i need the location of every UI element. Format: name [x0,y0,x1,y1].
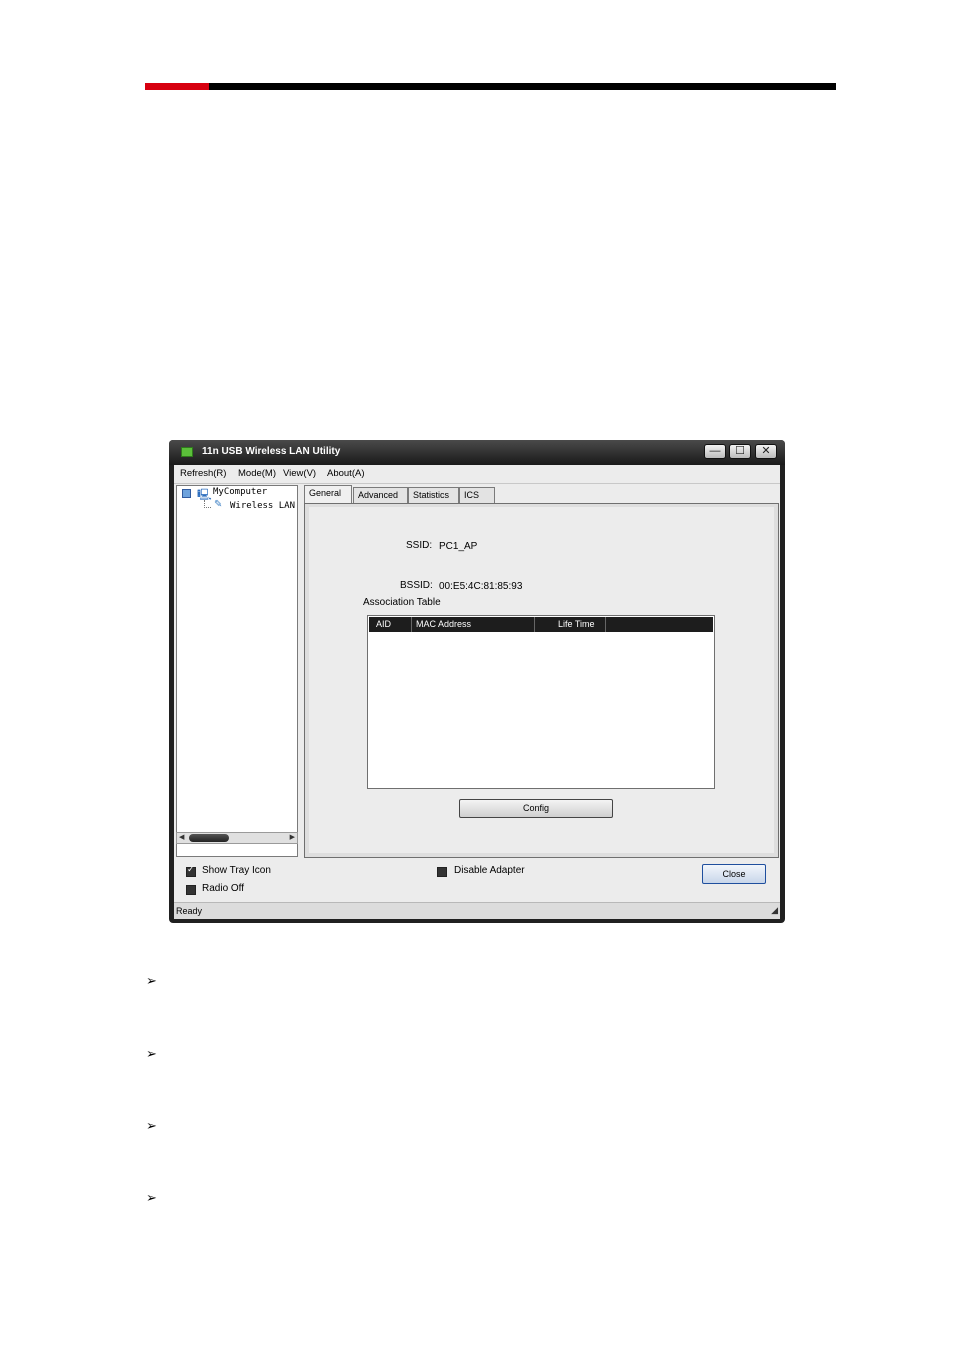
radio-off-label: Radio Off [202,883,245,894]
resize-grip-icon[interactable]: ◢ [771,905,778,916]
ssid-label: SSID: [406,540,433,551]
menu-bar: Refresh(R) Mode(M) View(V) About(A) [174,465,780,484]
association-table[interactable]: AID MAC Address Life Time [367,615,715,789]
radio-off-checkbox[interactable] [186,885,196,895]
status-bar: Ready ◢ [174,902,780,919]
column-life-time[interactable]: Life Time [558,619,595,629]
window-title: 11n USB Wireless LAN Utility [202,446,341,457]
app-icon [181,447,193,457]
tab-ics[interactable]: ICS [459,487,495,503]
config-button[interactable]: Config [459,799,613,818]
title-bar[interactable]: 11n USB Wireless LAN Utility — ☐ ✕ [169,440,785,465]
bullet-arrow-icon: ➢ [146,1046,157,1061]
scroll-left-arrow-icon[interactable]: ◀ [179,833,184,841]
ssid-value: PC1_AP [439,541,478,552]
menu-view[interactable]: View(V) [283,468,316,479]
general-panel: SSID: PC1_AP BSSID: 00:E5:4C:81:85:93 As… [304,503,779,858]
maximize-button[interactable]: ☐ [729,444,751,459]
show-tray-icon-checkbox[interactable] [186,864,196,877]
tree-item-mycomputer[interactable]: MyComputer [213,487,267,497]
association-table-header: AID MAC Address Life Time [369,617,713,632]
column-mac-address[interactable]: MAC Address [416,619,471,629]
utility-window: 11n USB Wireless LAN Utility — ☐ ✕ Refre… [169,440,785,923]
tree-collapse-toggle[interactable] [182,489,191,498]
client-area: Refresh(R) Mode(M) View(V) About(A) 🖳 My… [174,465,780,919]
bssid-label: BSSID: [400,580,433,591]
close-button[interactable]: Close [702,864,766,884]
column-aid[interactable]: AID [376,619,391,629]
tab-general[interactable]: General [304,485,352,505]
disable-adapter-label: Disable Adapter [454,865,525,876]
menu-refresh[interactable]: Refresh(R) [180,468,226,479]
bullet-arrow-icon: ➢ [146,1190,157,1205]
tree-connector [204,500,211,508]
show-tray-icon-label: Show Tray Icon [202,865,271,876]
device-tree[interactable]: 🖳 MyComputer ✎ Wireless LAN [176,485,298,857]
bullet-arrow-icon: ➢ [146,973,157,988]
minimize-button[interactable]: — [704,444,726,459]
column-separator [605,617,606,632]
header-black-bar [209,83,836,90]
menu-mode[interactable]: Mode(M) [238,468,276,479]
column-separator [411,617,412,632]
disable-adapter-checkbox[interactable] [437,867,447,877]
general-panel-body: SSID: PC1_AP BSSID: 00:E5:4C:81:85:93 As… [309,507,774,853]
tab-statistics[interactable]: Statistics [408,487,459,503]
header-red-bar [145,83,209,90]
tree-item-wireless-lan[interactable]: Wireless LAN [230,501,295,511]
association-table-title: Association Table [363,597,441,608]
scroll-thumb[interactable] [189,834,229,842]
tree-horizontal-scrollbar[interactable]: ◀ ▶ [176,832,298,844]
menu-about[interactable]: About(A) [327,468,365,479]
tab-advanced[interactable]: Advanced [353,487,408,503]
bssid-value: 00:E5:4C:81:85:93 [439,581,523,592]
close-window-button[interactable]: ✕ [755,444,777,459]
bullet-arrow-icon: ➢ [146,1118,157,1133]
scroll-right-arrow-icon[interactable]: ▶ [290,833,295,841]
wireless-adapter-icon: ✎ [214,499,223,510]
column-separator [534,617,535,632]
status-text: Ready [176,906,203,916]
